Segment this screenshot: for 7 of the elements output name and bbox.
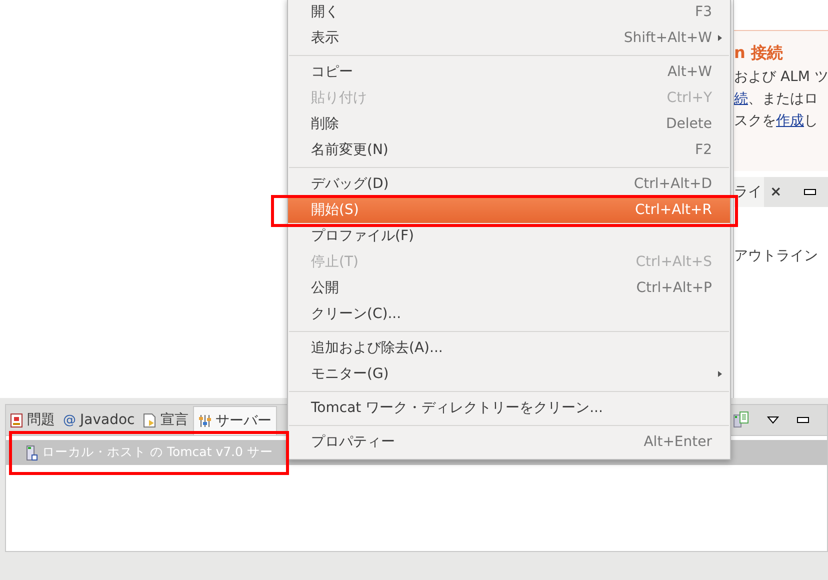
panel-text: し — [804, 113, 818, 129]
panel-text: スクを — [734, 113, 776, 129]
panel-heading: n 接続 — [734, 43, 784, 64]
panel-text: 、またはロ — [748, 91, 818, 107]
panel-text: および ALM ツ — [734, 69, 828, 85]
at-icon: @ — [63, 412, 76, 428]
outline-message: アウトライン — [734, 248, 818, 264]
